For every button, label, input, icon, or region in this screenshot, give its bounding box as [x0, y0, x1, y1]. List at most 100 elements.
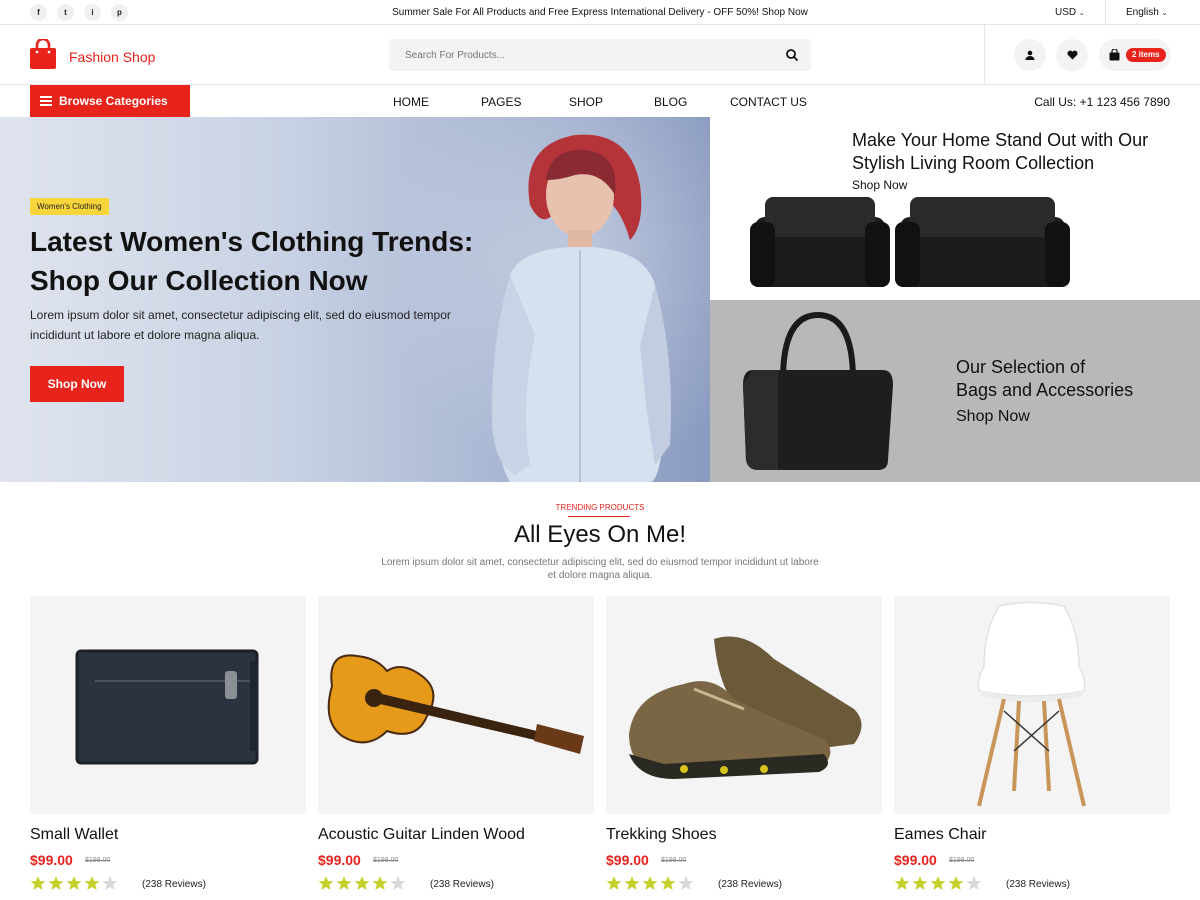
star-empty-icon — [390, 876, 406, 890]
woman-model-image — [491, 134, 671, 482]
product-card[interactable]: Small Wallet $99.00 $199.00 (238 Reviews… — [30, 596, 306, 890]
product-card[interactable]: Trekking Shoes $99.00 $199.00 (238 Revie… — [606, 596, 882, 890]
review-count[interactable]: (238 Reviews) — [430, 879, 494, 890]
bags-title: Our Selection of Bags and Accessories — [956, 356, 1186, 402]
guitar-image — [327, 654, 584, 754]
product-old-price: $199.00 — [661, 857, 687, 864]
product-name[interactable]: Small Wallet — [30, 826, 118, 844]
product-card[interactable]: Acoustic Guitar Linden Wood $99.00 $199.… — [318, 596, 594, 890]
account-button[interactable] — [1014, 39, 1046, 71]
star-icon — [372, 876, 388, 890]
trekking-shoes-image — [629, 636, 862, 779]
logo-text[interactable]: Fashion Shop — [69, 49, 155, 65]
bags-banner[interactable]: Our Selection of Bags and Accessories Sh… — [710, 300, 1200, 482]
star-icon — [894, 876, 910, 890]
star-icon — [948, 876, 964, 890]
review-count[interactable]: (238 Reviews) — [1006, 879, 1070, 890]
product-image[interactable] — [30, 596, 306, 814]
divider — [984, 25, 985, 85]
user-icon — [1025, 50, 1035, 60]
star-icon — [624, 876, 640, 890]
browse-label: Browse Categories — [59, 94, 168, 108]
cart-button[interactable]: 2 items — [1099, 39, 1171, 71]
living-room-banner[interactable]: Make Your Home Stand Out with Our Stylis… — [710, 117, 1200, 300]
rating-stars — [606, 875, 694, 891]
nav-home[interactable]: HOME — [393, 95, 429, 109]
header: Fashion Shop 2 items — [0, 25, 1200, 85]
product-price: $99.00 — [606, 852, 649, 868]
section-description: Lorem ipsum dolor sit amet, consectetur … — [381, 557, 819, 581]
star-icon — [66, 876, 82, 890]
star-empty-icon — [966, 876, 982, 890]
rating-stars — [30, 875, 118, 891]
product-name[interactable]: Acoustic Guitar Linden Wood — [318, 826, 525, 844]
eames-chair-image — [977, 601, 1086, 807]
product-image[interactable] — [318, 596, 594, 814]
nav-contact-us[interactable]: CONTACT US — [730, 95, 807, 109]
product-price: $99.00 — [30, 852, 73, 868]
product-card[interactable]: Eames Chair $99.00 $199.00 (238 Reviews) — [894, 596, 1170, 890]
star-icon — [912, 876, 928, 890]
search-icon[interactable] — [785, 48, 799, 62]
product-name[interactable]: Trekking Shoes — [606, 826, 717, 844]
star-icon — [30, 876, 46, 890]
rating-stars — [318, 875, 406, 891]
nav-pages[interactable]: PAGES — [481, 95, 521, 109]
handbag-image — [743, 311, 893, 470]
product-price: $99.00 — [894, 852, 937, 868]
star-icon — [642, 876, 658, 890]
promo-text[interactable]: Summer Sale For All Products and Free Ex… — [0, 7, 1200, 18]
language-select[interactable]: English ⌄ — [1126, 7, 1167, 18]
chevron-down-icon: ⌄ — [1078, 10, 1085, 17]
menu-icon — [40, 96, 52, 106]
star-icon — [48, 876, 64, 890]
product-old-price: $199.00 — [373, 857, 399, 864]
nav-blog[interactable]: BLOG — [654, 95, 687, 109]
wishlist-button[interactable] — [1056, 39, 1088, 71]
bags-shop-now-link[interactable]: Shop Now — [956, 408, 1030, 426]
star-icon — [930, 876, 946, 890]
cart-count-badge: 2 items — [1126, 48, 1166, 62]
hero-tag-badge: Women's Clothing — [30, 198, 109, 215]
chevron-down-icon: ⌄ — [1161, 10, 1168, 17]
section-tag: TRENDING PRODUCTS — [555, 503, 645, 512]
shopping-bag-logo-icon[interactable] — [30, 39, 56, 69]
currency-select[interactable]: USD ⌄ — [1055, 7, 1085, 18]
living-room-title: Make Your Home Stand Out with Our Stylis… — [852, 130, 1149, 173]
search-input[interactable] — [389, 39, 769, 71]
wallet-image — [75, 649, 259, 765]
main-nav: Browse Categories HOME PAGES SHOP BLOG C… — [0, 85, 1200, 117]
star-icon — [318, 876, 334, 890]
section-tag-underline — [568, 516, 630, 517]
product-old-price: $199.00 — [949, 857, 975, 864]
star-empty-icon — [102, 876, 118, 890]
product-image[interactable] — [606, 596, 882, 814]
language-value: English — [1126, 7, 1159, 18]
heart-icon — [1066, 50, 1078, 60]
nav-shop[interactable]: SHOP — [569, 95, 603, 109]
star-icon — [660, 876, 676, 890]
cart-bag-icon — [1109, 49, 1120, 61]
star-icon — [606, 876, 622, 890]
top-bar: f t i p Summer Sale For All Products and… — [0, 0, 1200, 25]
hero-description: Lorem ipsum dolor sit amet, consectetur … — [30, 308, 451, 342]
product-name[interactable]: Eames Chair — [894, 826, 986, 844]
review-count[interactable]: (238 Reviews) — [142, 879, 206, 890]
rating-stars — [894, 875, 982, 891]
bags-title-line2: Bags and Accessories — [956, 380, 1134, 400]
section-title: All Eyes On Me! — [513, 521, 687, 548]
call-us-text: Call Us: +1 123 456 7890 — [1034, 95, 1170, 109]
hero-shop-now-button[interactable]: Shop Now — [30, 366, 124, 402]
hero-banner: Women's Clothing Latest Women's Clothing… — [0, 117, 710, 482]
divider — [1105, 0, 1106, 25]
star-icon — [84, 876, 100, 890]
review-count[interactable]: (238 Reviews) — [718, 879, 782, 890]
product-image[interactable] — [894, 596, 1170, 814]
living-room-shop-now-link[interactable]: Shop Now — [852, 178, 907, 192]
star-empty-icon — [678, 876, 694, 890]
star-icon — [336, 876, 352, 890]
bags-title-line1: Our Selection of — [956, 357, 1086, 377]
search-bar — [389, 39, 811, 71]
star-icon — [354, 876, 370, 890]
browse-categories-button[interactable]: Browse Categories — [30, 85, 190, 117]
